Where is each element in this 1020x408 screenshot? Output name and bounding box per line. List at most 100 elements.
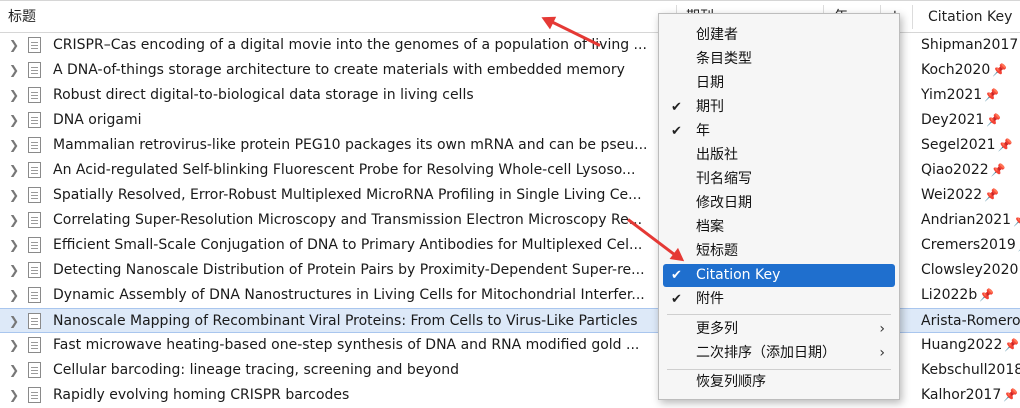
- item-citation-key: Arista-Romero: [921, 309, 1020, 334]
- item-title: DNA origami: [53, 112, 142, 128]
- menu-item-column[interactable]: ✔ Citation Key: [663, 264, 895, 287]
- menu-item-label: 恢复列顺序: [696, 374, 766, 390]
- citation-key-text: Andrian2021: [921, 212, 1012, 228]
- column-picker-context-menu: 创建者 条目类型 日期 ✔ 期刊 ✔ 年出版社 刊名缩写 修改日期 档案 短标题 ✔ Citation …: [658, 13, 900, 400]
- chevron-right-icon[interactable]: ❯: [9, 88, 21, 102]
- checkmark-icon: ✔: [671, 292, 682, 307]
- pin-icon: 📌: [1004, 338, 1020, 352]
- citation-key-text: Cremers2019: [921, 237, 1016, 253]
- document-icon: [28, 187, 41, 203]
- document-icon: [28, 362, 41, 378]
- item-title: Efficient Small-Scale Conjugation of DNA…: [53, 237, 643, 253]
- item-citation-key: Yim2021 📌: [921, 83, 999, 108]
- chevron-right-icon[interactable]: ❯: [9, 288, 21, 302]
- menu-item-column[interactable]: ✔ 年: [663, 120, 895, 143]
- column-header-title[interactable]: 标题: [8, 1, 36, 32]
- item-title: Dynamic Assembly of DNA Nanostructures i…: [53, 287, 645, 303]
- item-citation-key: Qiao2022 📌: [921, 158, 1006, 183]
- menu-item-label: 期刊: [696, 99, 724, 115]
- item-title: Robust direct digital-to-biological data…: [53, 87, 474, 103]
- citation-key-text: Qiao2022: [921, 162, 989, 178]
- menu-item-label: 刊名缩写: [696, 171, 752, 187]
- citation-key-text: Clowsley2020: [921, 262, 1019, 278]
- menu-item-column[interactable]: 出版社: [663, 144, 895, 167]
- menu-item-column[interactable]: ✔ 期刊: [663, 96, 895, 119]
- menu-item-restore-column-order[interactable]: 恢复列顺序: [663, 371, 895, 394]
- menu-item-more-columns[interactable]: 更多列 ›: [663, 318, 895, 341]
- pin-icon: 📌: [1003, 388, 1019, 402]
- menu-item-column[interactable]: 刊名缩写: [663, 168, 895, 191]
- chevron-right-icon: ›: [879, 345, 885, 361]
- pin-icon: 📌: [984, 188, 1000, 202]
- citation-key-text: Wei2022: [921, 187, 983, 203]
- item-citation-key: Wei2022 📌: [921, 183, 999, 208]
- citation-key-text: Shipman2017: [921, 37, 1019, 53]
- item-title: Spatially Resolved, Error-Robust Multipl…: [53, 187, 642, 203]
- menu-item-column[interactable]: 档案: [663, 216, 895, 239]
- menu-item-column[interactable]: 创建者: [663, 24, 895, 47]
- item-citation-key: Clowsley2020📌: [921, 258, 1020, 283]
- chevron-right-icon[interactable]: ❯: [9, 238, 21, 252]
- menu-item-label: 创建者: [696, 27, 738, 43]
- item-citation-key: Kalhor2017 📌: [921, 383, 1018, 408]
- chevron-right-icon[interactable]: ❯: [9, 213, 21, 227]
- item-citation-key: Segel2021 📌: [921, 133, 1012, 158]
- pin-icon: 📌: [986, 113, 1002, 127]
- item-title: A DNA-of-things storage architecture to …: [53, 62, 625, 78]
- menu-item-label: 年: [696, 123, 710, 139]
- pin-icon: 📌: [979, 288, 995, 302]
- chevron-right-icon[interactable]: ❯: [9, 163, 21, 177]
- item-title: An Acid-regulated Self-blinking Fluoresc…: [53, 162, 636, 178]
- chevron-right-icon[interactable]: ❯: [9, 113, 21, 127]
- document-icon: [28, 62, 41, 78]
- pin-icon: 📌: [990, 163, 1006, 177]
- item-citation-key: Li2022b 📌: [921, 283, 994, 308]
- item-title: Rapidly evolving homing CRISPR barcodes: [53, 387, 350, 403]
- document-icon: [28, 262, 41, 278]
- menu-separator: [667, 369, 891, 370]
- pin-icon: 📌: [1013, 213, 1020, 227]
- document-icon: [28, 287, 41, 303]
- menu-item-label: 二次排序（添加日期）: [696, 345, 836, 361]
- chevron-right-icon[interactable]: ❯: [9, 363, 21, 377]
- chevron-right-icon[interactable]: ❯: [9, 63, 21, 77]
- menu-item-column[interactable]: 修改日期: [663, 192, 895, 215]
- chevron-right-icon: ›: [879, 321, 885, 337]
- item-citation-key: Kebschull2018: [921, 358, 1020, 383]
- menu-item-label: Citation Key: [696, 267, 781, 283]
- menu-item-label: 档案: [696, 219, 724, 235]
- chevron-right-icon[interactable]: ❯: [9, 314, 21, 328]
- item-title: Mammalian retrovirus-like protein PEG10 …: [53, 137, 648, 153]
- menu-item-column[interactable]: 日期: [663, 72, 895, 95]
- menu-item-column[interactable]: 短标题: [663, 240, 895, 263]
- menu-item-column[interactable]: ✔ 附件: [663, 288, 895, 311]
- column-header-citation-key[interactable]: Citation Key: [928, 1, 1012, 32]
- item-citation-key: Cremers2019📌: [921, 233, 1020, 258]
- document-icon: [28, 87, 41, 103]
- citation-key-text: Kebschull2018: [921, 362, 1020, 378]
- checkmark-icon: ✔: [671, 100, 682, 115]
- citation-key-text: Yim2021: [921, 87, 983, 103]
- chevron-right-icon[interactable]: ❯: [9, 188, 21, 202]
- item-citation-key: Shipman2017: [921, 33, 1018, 58]
- chevron-right-icon[interactable]: ❯: [9, 388, 21, 402]
- citation-key-text: Dey2021: [921, 112, 985, 128]
- chevron-right-icon[interactable]: ❯: [9, 263, 21, 277]
- menu-item-secondary-sort[interactable]: 二次排序（添加日期） ›: [663, 342, 895, 365]
- document-icon: [28, 387, 41, 403]
- citation-key-text: Segel2021: [921, 137, 996, 153]
- column-divider[interactable]: [912, 5, 913, 29]
- chevron-right-icon[interactable]: ❯: [9, 138, 21, 152]
- menu-item-label: 短标题: [696, 243, 738, 259]
- document-icon: [28, 237, 41, 253]
- menu-item-column[interactable]: 条目类型: [663, 48, 895, 71]
- item-citation-key: Koch2020 📌: [921, 58, 1007, 83]
- chevron-right-icon[interactable]: ❯: [9, 338, 21, 352]
- menu-item-label: 更多列: [696, 321, 738, 337]
- menu-item-label: 修改日期: [696, 195, 752, 211]
- pin-icon: 📌: [984, 88, 1000, 102]
- document-icon: [28, 112, 41, 128]
- item-title: CRISPR–Cas encoding of a digital movie i…: [53, 37, 647, 53]
- checkmark-icon: ✔: [671, 268, 682, 283]
- chevron-right-icon[interactable]: ❯: [9, 38, 21, 52]
